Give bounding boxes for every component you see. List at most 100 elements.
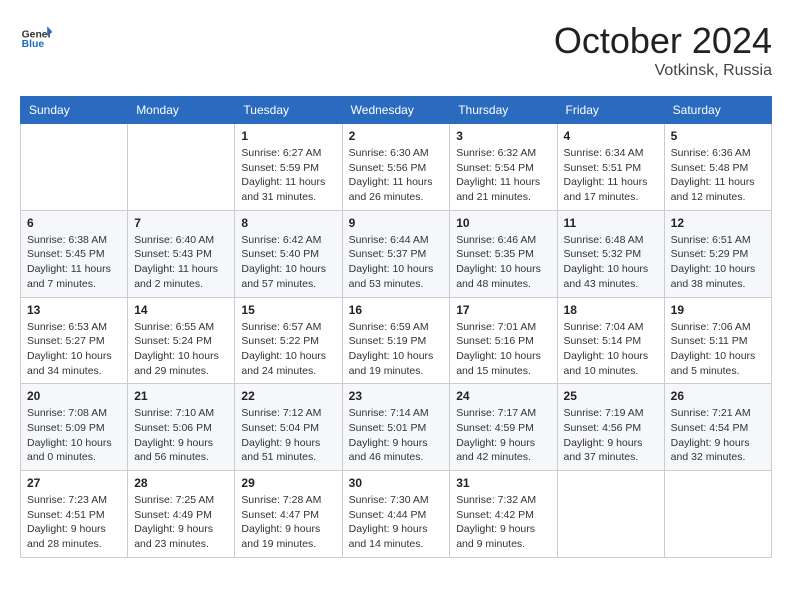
weekday-header-friday: Friday bbox=[557, 97, 664, 124]
calendar-cell: 1Sunrise: 6:27 AMSunset: 5:59 PMDaylight… bbox=[235, 124, 342, 211]
day-info: Sunrise: 6:42 AMSunset: 5:40 PMDaylight:… bbox=[241, 233, 335, 292]
calendar-cell bbox=[557, 471, 664, 558]
day-info: Sunrise: 7:14 AMSunset: 5:01 PMDaylight:… bbox=[349, 406, 444, 465]
calendar-cell: 20 Sunrise: 7:08 AMSunset: 5:09 PMDayligh… bbox=[21, 384, 128, 471]
day-number: 13 bbox=[27, 303, 121, 317]
calendar-week-row: 20 Sunrise: 7:08 AMSunset: 5:09 PMDayligh… bbox=[21, 384, 772, 471]
day-info: Sunrise: 6:44 AMSunset: 5:37 PMDaylight:… bbox=[349, 233, 444, 292]
weekday-header-sunday: Sunday bbox=[21, 97, 128, 124]
day-number: 27 bbox=[27, 476, 121, 490]
day-number: 16 bbox=[349, 303, 444, 317]
day-info: Sunrise: 6:59 AMSunset: 5:19 PMDaylight:… bbox=[349, 320, 444, 379]
calendar-cell: 6Sunrise: 6:38 AMSunset: 5:45 PMDaylight… bbox=[21, 210, 128, 297]
calendar-cell: 28Sunrise: 7:25 AMSunset: 4:49 PMDayligh… bbox=[128, 471, 235, 558]
calendar-cell: 9Sunrise: 6:44 AMSunset: 5:37 PMDaylight… bbox=[342, 210, 450, 297]
calendar-cell: 26 Sunrise: 7:21 AMSunset: 4:54 PMDayligh… bbox=[664, 384, 771, 471]
calendar-cell: 13 Sunrise: 6:53 AMSunset: 5:27 PMDayligh… bbox=[21, 297, 128, 384]
day-info: Sunrise: 7:08 AMSunset: 5:09 PMDaylight:… bbox=[27, 406, 121, 465]
weekday-header-row: SundayMondayTuesdayWednesdayThursdayFrid… bbox=[21, 97, 772, 124]
calendar-cell: 14 Sunrise: 6:55 AMSunset: 5:24 PMDayligh… bbox=[128, 297, 235, 384]
calendar-cell: 27 Sunrise: 7:23 AMSunset: 4:51 PMDayligh… bbox=[21, 471, 128, 558]
weekday-header-tuesday: Tuesday bbox=[235, 97, 342, 124]
day-number: 14 bbox=[134, 303, 228, 317]
logo-icon: General Blue bbox=[20, 20, 52, 52]
day-info: Sunrise: 7:12 AMSunset: 5:04 PMDaylight:… bbox=[241, 406, 335, 465]
title-section: October 2024 Votkinsk, Russia bbox=[554, 20, 772, 80]
day-info: Sunrise: 7:21 AMSunset: 4:54 PMDaylight:… bbox=[671, 406, 765, 465]
calendar-cell: 23 Sunrise: 7:14 AMSunset: 5:01 PMDayligh… bbox=[342, 384, 450, 471]
calendar-cell: 7 Sunrise: 6:40 AMSunset: 5:43 PMDaylight… bbox=[128, 210, 235, 297]
day-number: 6 bbox=[27, 216, 121, 230]
day-info: Sunrise: 7:01 AMSunset: 5:16 PMDaylight:… bbox=[456, 320, 550, 379]
day-number: 19 bbox=[671, 303, 765, 317]
calendar-cell bbox=[21, 124, 128, 211]
calendar-cell: 18 Sunrise: 7:04 AMSunset: 5:14 PMDayligh… bbox=[557, 297, 664, 384]
day-number: 30 bbox=[349, 476, 444, 490]
day-number: 8 bbox=[241, 216, 335, 230]
day-info: Sunrise: 6:27 AMSunset: 5:59 PMDaylight:… bbox=[241, 146, 335, 205]
day-info: Sunrise: 6:55 AMSunset: 5:24 PMDaylight:… bbox=[134, 320, 228, 379]
day-info: Sunrise: 7:23 AMSunset: 4:51 PMDaylight:… bbox=[27, 493, 121, 552]
day-info: Sunrise: 6:30 AMSunset: 5:56 PMDaylight:… bbox=[349, 146, 444, 205]
day-info: Sunrise: 7:32 AMSunset: 4:42 PMDaylight:… bbox=[456, 493, 550, 552]
day-number: 12 bbox=[671, 216, 765, 230]
day-info: Sunrise: 6:57 AMSunset: 5:22 PMDaylight:… bbox=[241, 320, 335, 379]
day-number: 21 bbox=[134, 389, 228, 403]
day-info: Sunrise: 7:10 AMSunset: 5:06 PMDaylight:… bbox=[134, 406, 228, 465]
calendar-cell: 8 Sunrise: 6:42 AMSunset: 5:40 PMDaylight… bbox=[235, 210, 342, 297]
day-info: Sunrise: 7:19 AMSunset: 4:56 PMDaylight:… bbox=[564, 406, 658, 465]
day-number: 10 bbox=[456, 216, 550, 230]
day-info: Sunrise: 6:34 AMSunset: 5:51 PMDaylight:… bbox=[564, 146, 658, 205]
calendar-cell: 12 Sunrise: 6:51 AMSunset: 5:29 PMDayligh… bbox=[664, 210, 771, 297]
day-info: Sunrise: 7:25 AMSunset: 4:49 PMDaylight:… bbox=[134, 493, 228, 552]
weekday-header-monday: Monday bbox=[128, 97, 235, 124]
day-info: Sunrise: 6:40 AMSunset: 5:43 PMDaylight:… bbox=[134, 233, 228, 292]
calendar-cell: 30Sunrise: 7:30 AMSunset: 4:44 PMDayligh… bbox=[342, 471, 450, 558]
day-number: 22 bbox=[241, 389, 335, 403]
calendar-cell: 11 Sunrise: 6:48 AMSunset: 5:32 PMDayligh… bbox=[557, 210, 664, 297]
day-number: 24 bbox=[456, 389, 550, 403]
day-info: Sunrise: 6:48 AMSunset: 5:32 PMDaylight:… bbox=[564, 233, 658, 292]
calendar-cell: 22 Sunrise: 7:12 AMSunset: 5:04 PMDayligh… bbox=[235, 384, 342, 471]
day-number: 17 bbox=[456, 303, 550, 317]
calendar-week-row: 13 Sunrise: 6:53 AMSunset: 5:27 PMDayligh… bbox=[21, 297, 772, 384]
day-info: Sunrise: 7:04 AMSunset: 5:14 PMDaylight:… bbox=[564, 320, 658, 379]
logo: General Blue bbox=[20, 20, 52, 52]
page-header: General Blue October 2024 Votkinsk, Russ… bbox=[20, 20, 772, 80]
day-number: 23 bbox=[349, 389, 444, 403]
day-info: Sunrise: 6:32 AMSunset: 5:54 PMDaylight:… bbox=[456, 146, 550, 205]
day-number: 20 bbox=[27, 389, 121, 403]
day-number: 18 bbox=[564, 303, 658, 317]
calendar-cell: 16 Sunrise: 6:59 AMSunset: 5:19 PMDayligh… bbox=[342, 297, 450, 384]
month-title: October 2024 bbox=[554, 20, 772, 62]
calendar-cell: 4Sunrise: 6:34 AMSunset: 5:51 PMDaylight… bbox=[557, 124, 664, 211]
calendar-cell: 2 Sunrise: 6:30 AMSunset: 5:56 PMDaylight… bbox=[342, 124, 450, 211]
calendar-cell: 10 Sunrise: 6:46 AMSunset: 5:35 PMDayligh… bbox=[450, 210, 557, 297]
day-info: Sunrise: 6:51 AMSunset: 5:29 PMDaylight:… bbox=[671, 233, 765, 292]
calendar-cell: 29Sunrise: 7:28 AMSunset: 4:47 PMDayligh… bbox=[235, 471, 342, 558]
calendar-cell: 21 Sunrise: 7:10 AMSunset: 5:06 PMDayligh… bbox=[128, 384, 235, 471]
day-info: Sunrise: 7:17 AMSunset: 4:59 PMDaylight:… bbox=[456, 406, 550, 465]
calendar-cell: 5 Sunrise: 6:36 AMSunset: 5:48 PMDaylight… bbox=[664, 124, 771, 211]
day-info: Sunrise: 6:36 AMSunset: 5:48 PMDaylight:… bbox=[671, 146, 765, 205]
weekday-header-wednesday: Wednesday bbox=[342, 97, 450, 124]
day-number: 29 bbox=[241, 476, 335, 490]
calendar-cell bbox=[664, 471, 771, 558]
day-number: 3 bbox=[456, 129, 550, 143]
weekday-header-saturday: Saturday bbox=[664, 97, 771, 124]
calendar-cell: 15 Sunrise: 6:57 AMSunset: 5:22 PMDayligh… bbox=[235, 297, 342, 384]
day-info: Sunrise: 6:53 AMSunset: 5:27 PMDaylight:… bbox=[27, 320, 121, 379]
day-number: 2 bbox=[349, 129, 444, 143]
day-number: 26 bbox=[671, 389, 765, 403]
day-number: 11 bbox=[564, 216, 658, 230]
weekday-header-thursday: Thursday bbox=[450, 97, 557, 124]
calendar-table: SundayMondayTuesdayWednesdayThursdayFrid… bbox=[20, 96, 772, 558]
day-info: Sunrise: 6:46 AMSunset: 5:35 PMDaylight:… bbox=[456, 233, 550, 292]
day-number: 31 bbox=[456, 476, 550, 490]
svg-text:Blue: Blue bbox=[22, 39, 45, 50]
calendar-cell: 3 Sunrise: 6:32 AMSunset: 5:54 PMDaylight… bbox=[450, 124, 557, 211]
day-number: 5 bbox=[671, 129, 765, 143]
day-info: Sunrise: 7:06 AMSunset: 5:11 PMDaylight:… bbox=[671, 320, 765, 379]
day-number: 15 bbox=[241, 303, 335, 317]
day-number: 7 bbox=[134, 216, 228, 230]
